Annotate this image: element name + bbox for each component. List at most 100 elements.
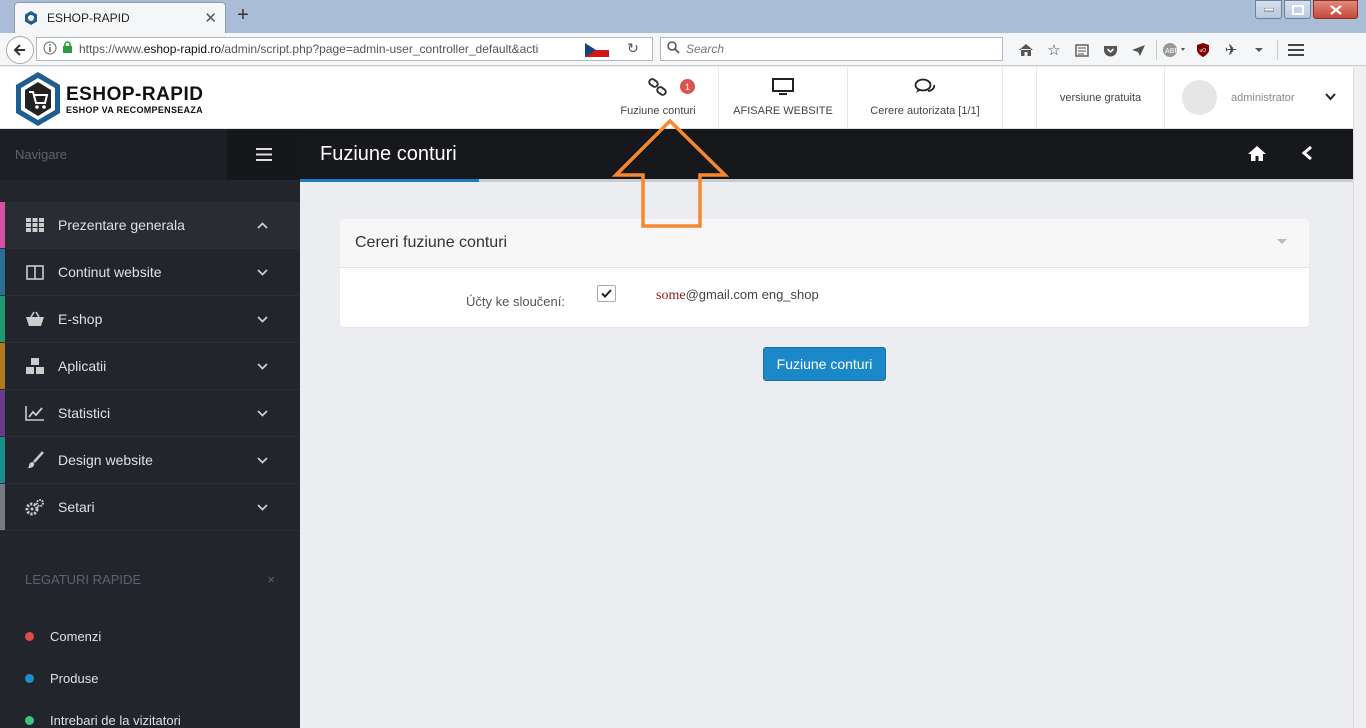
quick-links-title: LEGATURI RAPIDE (25, 572, 142, 587)
logo[interactable]: ESHOP-RAPID ESHOP VA RECOMPENSEAZA (14, 71, 203, 127)
home-icon[interactable] (1012, 39, 1040, 61)
logo-title: ESHOP-RAPID (66, 84, 204, 105)
minimize-button[interactable] (1255, 0, 1282, 19)
sidebar-item-label: Statistici (58, 405, 111, 421)
grid-icon (24, 218, 46, 232)
sidebar-item-design[interactable]: Design website (0, 437, 300, 484)
sidebar-item-website-content[interactable]: Continut website (0, 249, 300, 296)
sidebar-item-label: Setari (58, 499, 95, 515)
panel-title: Cereri fuziune conturi (355, 234, 508, 251)
status-dot (25, 673, 34, 683)
page-title: Fuziune conturi (320, 143, 457, 165)
ublock-icon[interactable]: uO (1189, 39, 1217, 61)
maximize-button[interactable] (1284, 0, 1311, 19)
merge-requests-panel: Cereri fuziune conturi Účty ke sloučení:… (340, 219, 1309, 327)
menu-color-stripe (0, 202, 5, 248)
new-tab-button[interactable]: + (232, 4, 254, 27)
bookmark-star-icon[interactable]: ☆ (1040, 39, 1068, 61)
accounts-to-merge-label: Účty ke sloučení: (466, 294, 565, 309)
quick-link-label: Produse (50, 670, 99, 686)
sidebar-item-label: Continut website (58, 264, 162, 280)
quick-link-products[interactable]: Produse (25, 657, 181, 699)
czech-flag-icon (585, 43, 609, 57)
monitor-icon (772, 78, 794, 99)
extension-dropdown-icon[interactable] (1245, 39, 1273, 61)
info-icon[interactable] (43, 41, 57, 58)
extension-icon[interactable]: ✈ (1217, 39, 1245, 61)
pocket-icon[interactable] (1096, 39, 1124, 61)
chevron-up-icon (252, 221, 272, 229)
link-chain-icon (648, 78, 668, 99)
back-button[interactable] (6, 36, 34, 64)
header-view-website[interactable]: AFISARE WEBSITE (718, 67, 847, 128)
reload-icon[interactable]: ↻ (627, 40, 639, 57)
quick-links-close-icon[interactable]: × (267, 572, 275, 587)
notification-badge: 1 (680, 79, 695, 94)
chevron-down-icon (252, 409, 272, 417)
browser-tab[interactable]: ESHOP-RAPID ✕ (14, 2, 226, 33)
account-name: some (656, 288, 686, 303)
menu-color-stripe (0, 484, 5, 530)
sidebar-item-statistics[interactable]: Statistici (0, 390, 300, 437)
sidebar-nav-label: Navigare (15, 147, 68, 162)
menu-color-stripe (0, 296, 5, 342)
header-spacer (1002, 67, 1036, 128)
hamburger-icon (255, 148, 272, 161)
avatar (1182, 80, 1217, 115)
header-merge-label: Fuziune conturi (620, 105, 696, 117)
sidebar: Navigare Prezentare generala Continut we… (0, 129, 300, 728)
tab-title: ESHOP-RAPID (47, 11, 130, 25)
chevron-down-icon (252, 456, 272, 464)
home-icon[interactable] (1247, 145, 1267, 165)
header-version: versiune gratuita (1036, 67, 1164, 128)
sidebar-item-apps[interactable]: Aplicatii (0, 343, 300, 390)
browser-toolbar: ☆ ABP uO ✈ (1012, 39, 1310, 61)
hamburger-menu-icon[interactable] (1282, 39, 1310, 61)
header-authorized-requests[interactable]: Cerere autorizata [1/1] (847, 67, 1002, 128)
gears-icon (24, 498, 46, 516)
sidebar-item-overview[interactable]: Prezentare generala (0, 202, 300, 249)
menu-color-stripe (0, 343, 5, 389)
adblock-icon[interactable]: ABP (1161, 39, 1189, 61)
account-entry: some@gmail.com eng_shop (656, 287, 819, 304)
search-icon (667, 41, 680, 57)
site-favicon-icon (23, 10, 39, 26)
logo-subtitle: ESHOP VA RECOMPENSEAZA (66, 105, 203, 115)
caret-down-icon[interactable] (1277, 239, 1287, 244)
sidebar-item-settings[interactable]: Setari (0, 484, 300, 531)
window-controls (1253, 0, 1358, 19)
toolbar-separator (1277, 40, 1278, 60)
account-checkbox[interactable] (597, 285, 616, 302)
sidebar-item-eshop[interactable]: E-shop (0, 296, 300, 343)
tab-close-icon[interactable]: ✕ (204, 9, 217, 27)
close-window-button[interactable] (1313, 0, 1358, 19)
reading-list-icon[interactable] (1068, 39, 1096, 61)
page-scrollbar[interactable] (1353, 67, 1366, 728)
quick-link-questions[interactable]: Intrebari de la vizitatori (25, 699, 181, 728)
quick-link-orders[interactable]: Comenzi (25, 615, 181, 657)
panel-header[interactable]: Cereri fuziune conturi (340, 219, 1309, 268)
menu-color-stripe (0, 249, 5, 295)
search-input[interactable] (686, 42, 986, 56)
url-text: https://www.eshop-rapid.ro/admin/script.… (79, 42, 539, 56)
user-menu[interactable]: administrator (1164, 67, 1353, 128)
sidebar-item-label: Design website (58, 452, 153, 468)
sidebar-toggle-button[interactable] (227, 129, 300, 180)
status-dot (25, 715, 34, 725)
browser-titlebar: ESHOP-RAPID ✕ + (0, 0, 1366, 33)
lock-icon (62, 41, 73, 57)
svg-text:ABP: ABP (1165, 48, 1179, 55)
back-chevron-icon[interactable] (1301, 145, 1313, 164)
merge-accounts-button[interactable]: Fuziune conturi (763, 347, 886, 381)
status-dot (25, 631, 34, 641)
header-requests-label: Cerere autorizata [1/1] (870, 105, 980, 117)
svg-text:uO: uO (1200, 48, 1207, 54)
send-icon[interactable] (1124, 39, 1152, 61)
url-bar[interactable]: https://www.eshop-rapid.ro/admin/script.… (36, 37, 653, 61)
account-details: @gmail.com eng_shop (685, 287, 819, 302)
version-label: versiune gratuita (1059, 91, 1142, 104)
search-bar[interactable] (660, 37, 1003, 61)
chevron-down-icon (252, 268, 272, 276)
brush-icon (24, 451, 46, 469)
quick-link-label: Intrebari de la vizitatori (50, 712, 181, 728)
